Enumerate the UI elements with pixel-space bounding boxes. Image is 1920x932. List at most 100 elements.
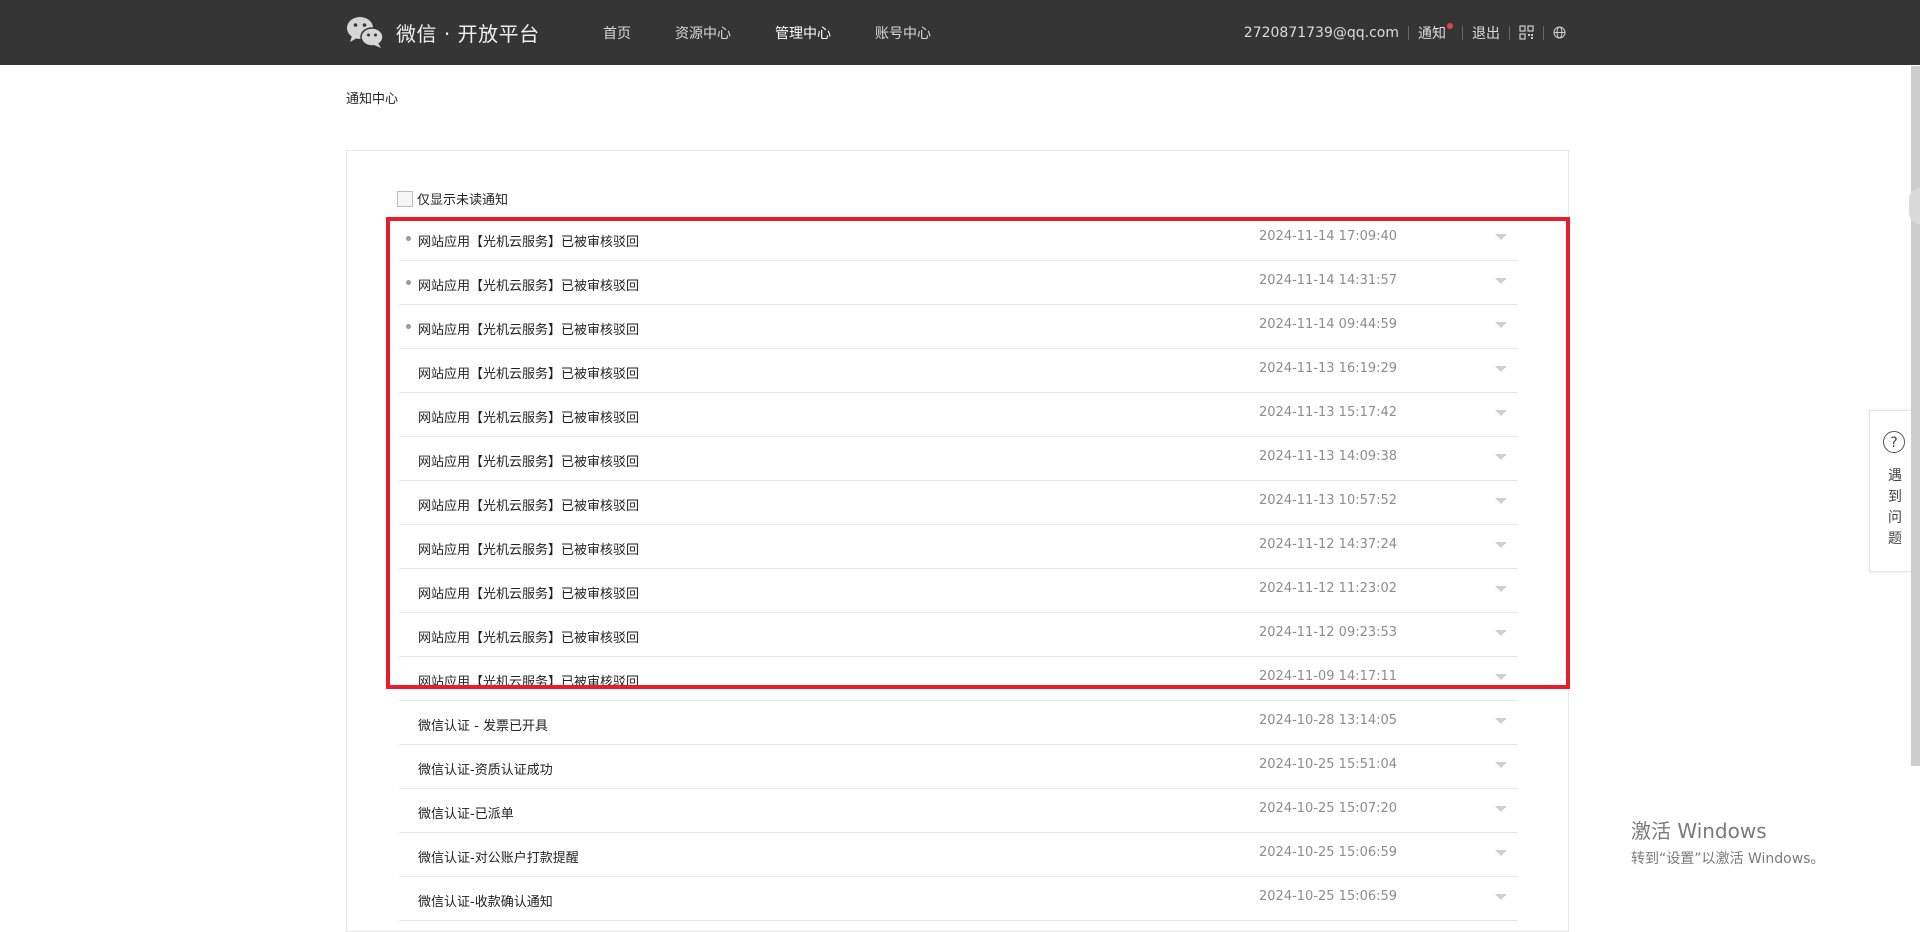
- main-nav: 首页 资源中心 管理中心 账号中心: [603, 0, 975, 65]
- notification-row[interactable]: 微信认证-已派单 2024-10-25 15:07:20: [399, 789, 1518, 833]
- notify-link[interactable]: 通知: [1418, 23, 1446, 43]
- logout-link[interactable]: 退出: [1472, 23, 1500, 43]
- notification-row[interactable]: 微信认证-对公账户打款提醒 2024-10-25 15:06:59: [399, 833, 1518, 877]
- notification-title: 网站应用【光机云服务】已被审核驳回: [418, 675, 640, 690]
- notification-row[interactable]: 网站应用【光机云服务】已被审核驳回 2024-11-12 11:23:02: [399, 569, 1518, 613]
- chevron-down-icon[interactable]: [1495, 850, 1507, 856]
- unread-dot: [406, 324, 411, 329]
- notification-panel: 仅显示未读通知 网站应用【光机云服务】已被审核驳回 2024-11-14 17:…: [346, 150, 1569, 932]
- notification-time: 2024-10-25 15:06:59: [1259, 889, 1398, 904]
- notification-row[interactable]: 网站应用【光机云服务】已被审核驳回 2024-11-12 14:37:24: [399, 525, 1518, 569]
- notification-row[interactable]: 网站应用【光机云服务】已被审核驳回 2024-11-14 09:44:59: [399, 305, 1518, 349]
- chevron-down-icon[interactable]: [1495, 674, 1507, 680]
- chevron-down-icon[interactable]: [1495, 366, 1507, 372]
- notification-row[interactable]: 微信认证-资质认证成功 2024-10-25 15:51:04: [399, 745, 1518, 789]
- notification-row[interactable]: 网站应用【光机云服务】已被审核驳回 2024-11-14 14:31:57: [399, 261, 1518, 305]
- chevron-down-icon[interactable]: [1495, 410, 1507, 416]
- notification-row[interactable]: 网站应用【光机云服务】已被审核驳回 2024-11-09 14:17:11: [399, 657, 1518, 701]
- unread-dot: [406, 236, 411, 241]
- notification-time: 2024-11-13 14:09:38: [1259, 449, 1398, 464]
- help-label: 遇到问题: [1888, 468, 1902, 547]
- notification-row[interactable]: 网站应用【光机云服务】已被审核驳回 2024-11-13 10:57:52: [399, 481, 1518, 525]
- chevron-down-icon[interactable]: [1495, 586, 1507, 592]
- notification-row[interactable]: 网站应用【光机云服务】已被审核驳回 2024-11-14 17:09:40: [399, 217, 1518, 261]
- nav-management[interactable]: 管理中心: [775, 23, 831, 43]
- breadcrumb: 通知中心: [346, 92, 399, 107]
- qrcode-icon[interactable]: [1519, 25, 1534, 40]
- scrollbar[interactable]: [1911, 66, 1920, 766]
- divider: [1462, 25, 1463, 40]
- nav-home[interactable]: 首页: [603, 23, 631, 43]
- brand-title: 微信 · 开放平台: [396, 21, 540, 46]
- chevron-down-icon[interactable]: [1495, 498, 1507, 504]
- notification-row[interactable]: 微信认证-收款确认通知 2024-10-25 15:06:59: [399, 877, 1518, 921]
- notification-title: 网站应用【光机云服务】已被审核驳回: [418, 235, 640, 250]
- chevron-down-icon[interactable]: [1495, 630, 1507, 636]
- notification-time: 2024-11-14 14:31:57: [1259, 273, 1398, 288]
- nav-resources[interactable]: 资源中心: [675, 23, 731, 43]
- notification-title: 网站应用【光机云服务】已被审核驳回: [418, 631, 640, 646]
- notify-badge: [1447, 22, 1453, 29]
- notification-title: 微信认证-资质认证成功: [418, 763, 553, 778]
- unread-only-label: 仅显示未读通知: [417, 193, 509, 208]
- notification-title: 网站应用【光机云服务】已被审核驳回: [418, 323, 640, 338]
- notification-time: 2024-11-12 11:23:02: [1259, 581, 1398, 596]
- watermark-line-2: 转到“设置”以激活 Windows。: [1631, 851, 1825, 867]
- notification-title: 网站应用【光机云服务】已被审核驳回: [418, 367, 640, 382]
- notification-title: 网站应用【光机云服务】已被审核驳回: [418, 411, 640, 426]
- divider: [1408, 25, 1409, 40]
- chevron-down-icon[interactable]: [1495, 894, 1507, 900]
- globe-icon[interactable]: [1553, 26, 1566, 39]
- windows-activation-watermark: 激活 Windows 转到“设置”以激活 Windows。: [1631, 815, 1824, 868]
- notification-title: 网站应用【光机云服务】已被审核驳回: [418, 455, 640, 470]
- notification-row[interactable]: 网站应用【光机云服务】已被审核驳回 2024-11-13 14:09:38: [399, 437, 1518, 481]
- notification-title: 微信认证 - 发票已开具: [418, 719, 548, 734]
- notification-time: 2024-10-28 13:14:05: [1259, 713, 1398, 728]
- chevron-down-icon[interactable]: [1495, 454, 1507, 460]
- notification-title: 网站应用【光机云服务】已被审核驳回: [418, 587, 640, 602]
- notification-time: 2024-11-12 09:23:53: [1259, 625, 1398, 640]
- notification-time: 2024-10-25 15:06:59: [1259, 845, 1398, 860]
- notification-time: 2024-10-25 15:51:04: [1259, 757, 1398, 772]
- divider: [1509, 25, 1510, 40]
- chevron-down-icon[interactable]: [1495, 322, 1507, 328]
- notification-time: 2024-11-14 09:44:59: [1259, 317, 1398, 332]
- unread-filter[interactable]: 仅显示未读通知: [397, 189, 508, 208]
- notification-title: 微信认证-对公账户打款提醒: [418, 851, 579, 866]
- nav-account[interactable]: 账号中心: [875, 23, 931, 43]
- notification-title: 微信认证-收款确认通知: [418, 895, 553, 910]
- notification-time: 2024-11-13 16:19:29: [1259, 361, 1398, 376]
- brand[interactable]: 微信 · 开放平台: [346, 14, 540, 50]
- notification-list: 网站应用【光机云服务】已被审核驳回 2024-11-14 17:09:40 网站…: [399, 217, 1518, 921]
- chevron-down-icon[interactable]: [1495, 542, 1507, 548]
- notification-time: 2024-11-12 14:37:24: [1259, 537, 1398, 552]
- chevron-down-icon[interactable]: [1495, 806, 1507, 812]
- wechat-logo-icon: [346, 14, 384, 50]
- unread-only-checkbox[interactable]: [397, 190, 413, 207]
- unread-dot: [406, 280, 411, 285]
- user-area: 2720871739@qq.com 通知 退出: [1244, 0, 1566, 65]
- watermark-line-1: 激活 Windows: [1631, 819, 1767, 843]
- notification-title: 微信认证-已派单: [418, 807, 514, 822]
- user-email[interactable]: 2720871739@qq.com: [1244, 25, 1399, 41]
- notification-row[interactable]: 网站应用【光机云服务】已被审核驳回 2024-11-13 16:19:29: [399, 349, 1518, 393]
- chevron-down-icon[interactable]: [1495, 234, 1507, 240]
- notification-title: 网站应用【光机云服务】已被审核驳回: [418, 543, 640, 558]
- chevron-down-icon[interactable]: [1495, 762, 1507, 768]
- notification-time: 2024-11-09 14:17:11: [1259, 669, 1398, 684]
- notification-time: 2024-11-13 10:57:52: [1259, 493, 1398, 508]
- edge-tab[interactable]: [1909, 188, 1920, 224]
- notification-time: 2024-11-13 15:17:42: [1259, 405, 1398, 420]
- chevron-down-icon[interactable]: [1495, 718, 1507, 724]
- notification-time: 2024-10-25 15:07:20: [1259, 801, 1398, 816]
- notification-title: 网站应用【光机云服务】已被审核驳回: [418, 279, 640, 294]
- chevron-down-icon[interactable]: [1495, 278, 1507, 284]
- notification-row[interactable]: 微信认证 - 发票已开具 2024-10-28 13:14:05: [399, 701, 1518, 745]
- notification-row[interactable]: 网站应用【光机云服务】已被审核驳回 2024-11-12 09:23:53: [399, 613, 1518, 657]
- notification-row[interactable]: 网站应用【光机云服务】已被审核驳回 2024-11-13 15:17:42: [399, 393, 1518, 437]
- top-bar: 微信 · 开放平台 首页 资源中心 管理中心 账号中心 2720871739@q…: [0, 0, 1920, 65]
- notification-title: 网站应用【光机云服务】已被审核驳回: [418, 499, 640, 514]
- divider: [1543, 25, 1544, 40]
- notification-time: 2024-11-14 17:09:40: [1259, 229, 1398, 244]
- help-icon: ?: [1883, 431, 1905, 453]
